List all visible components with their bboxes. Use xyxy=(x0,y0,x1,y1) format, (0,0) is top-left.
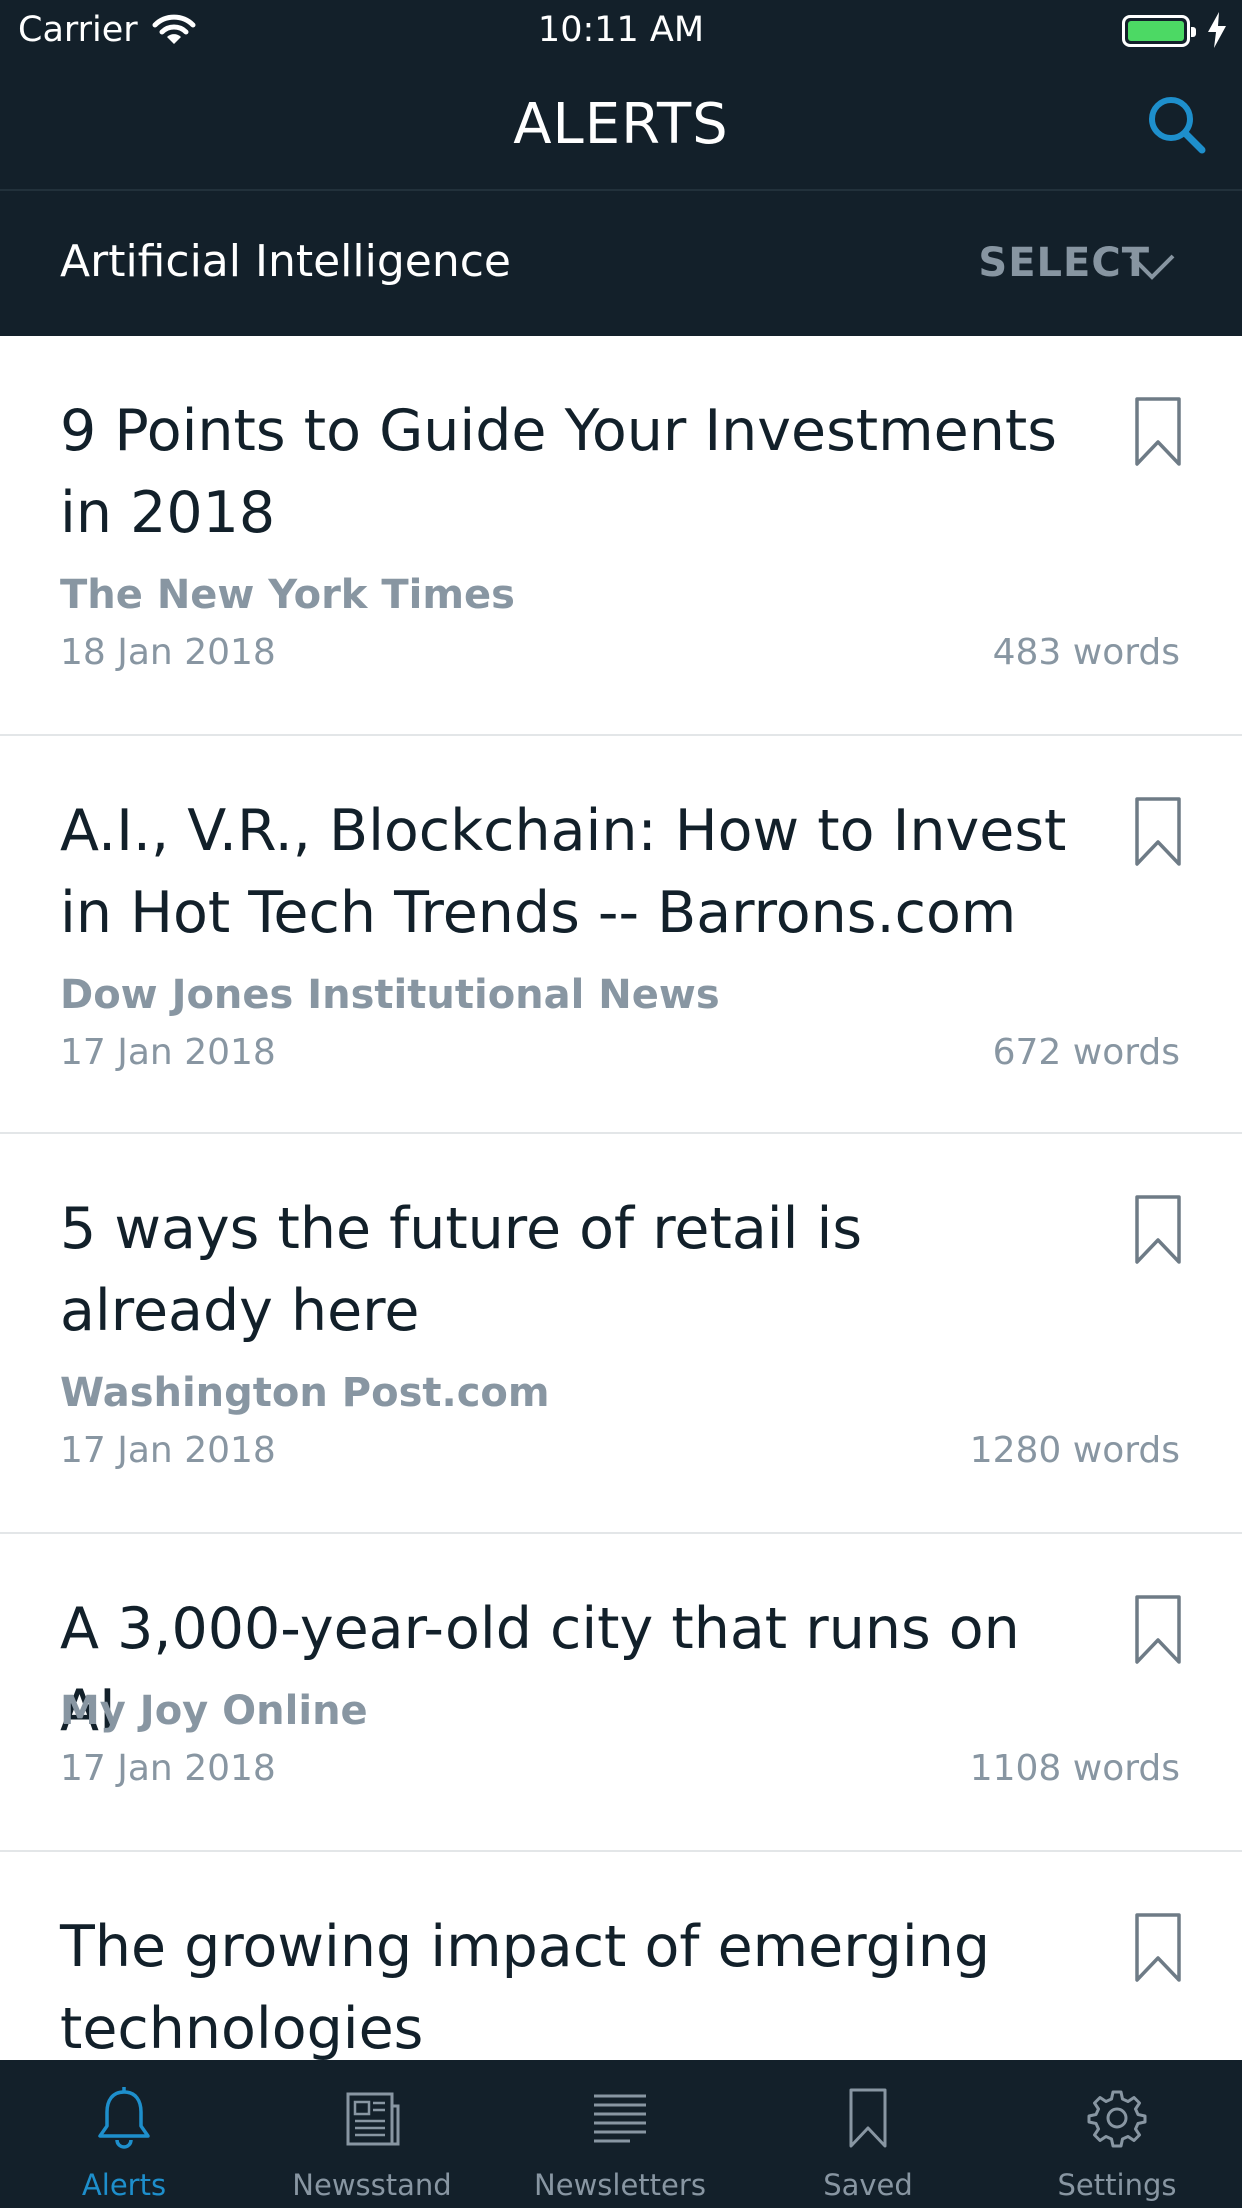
charging-bolt-icon xyxy=(1206,12,1228,52)
status-bar: Carrier 10:11 AM xyxy=(0,0,1242,62)
article-date: 17 Jan 2018 xyxy=(60,1430,276,1471)
bookmark-icon[interactable] xyxy=(1134,796,1182,868)
lines-icon xyxy=(496,2086,744,2150)
tab-label: Alerts xyxy=(81,2168,167,2202)
tab-settings[interactable]: Settings xyxy=(992,2060,1242,2208)
gear-icon xyxy=(992,2086,1242,2150)
tab-label: Newsstand xyxy=(292,2168,452,2202)
status-time: 10:11 AM xyxy=(537,10,705,50)
article-source: Washington Post.com xyxy=(60,1370,550,1416)
page-title: ALERTS xyxy=(513,92,729,157)
article-date: 17 Jan 2018 xyxy=(60,1032,276,1073)
article-item[interactable]: A 3,000-year-old city that runs on AI My… xyxy=(0,1534,1242,1852)
article-item[interactable]: 9 Points to Guide Your Investments in 20… xyxy=(0,336,1242,736)
chevron-down-icon[interactable] xyxy=(1128,252,1176,286)
article-source: The New York Times xyxy=(60,572,515,618)
article-word-count: 1108 words xyxy=(969,1748,1180,1789)
tab-bar: Alerts Newsstand Newsletters Saved Setti… xyxy=(0,2060,1242,2208)
article-headline[interactable]: The growing impact of emerging technolog… xyxy=(60,1906,1090,2070)
article-headline[interactable]: 9 Points to Guide Your Investments in 20… xyxy=(60,390,1090,554)
bookmark-icon[interactable] xyxy=(1134,1594,1182,1666)
bookmark-icon[interactable] xyxy=(1134,1912,1182,1984)
bookmark-icon xyxy=(744,2086,992,2150)
bookmark-icon[interactable] xyxy=(1134,396,1182,468)
article-word-count: 483 words xyxy=(992,632,1180,673)
article-source: My Joy Online xyxy=(60,1688,368,1734)
tab-newsstand[interactable]: Newsstand xyxy=(248,2060,496,2208)
article-headline[interactable]: 5 ways the future of retail is already h… xyxy=(60,1188,1090,1352)
article-date: 18 Jan 2018 xyxy=(60,632,276,673)
article-date: 17 Jan 2018 xyxy=(60,1748,276,1789)
article-word-count: 672 words xyxy=(992,1032,1180,1073)
tab-newsletters[interactable]: Newsletters xyxy=(496,2060,744,2208)
tab-label: Settings xyxy=(1057,2168,1177,2202)
search-icon xyxy=(1149,97,1206,154)
article-word-count: 1280 words xyxy=(969,1430,1180,1471)
tab-saved[interactable]: Saved xyxy=(744,2060,992,2208)
select-button[interactable]: SELECT xyxy=(978,240,1150,286)
article-headline[interactable]: A.I., V.R., Blockchain: How to Invest in… xyxy=(60,790,1090,954)
newspaper-icon xyxy=(248,2086,496,2150)
battery-icon xyxy=(1122,15,1196,47)
tab-alerts[interactable]: Alerts xyxy=(0,2060,248,2208)
article-source: Dow Jones Institutional News xyxy=(60,972,720,1018)
header: Carrier 10:11 AM ALERTS Artificial Intel… xyxy=(0,0,1242,336)
article-item[interactable]: A.I., V.R., Blockchain: How to Invest in… xyxy=(0,736,1242,1134)
bell-icon xyxy=(0,2086,248,2150)
bookmark-icon[interactable] xyxy=(1134,1194,1182,1266)
screen: Carrier 10:11 AM ALERTS Artificial Intel… xyxy=(0,0,1242,2208)
divider xyxy=(0,189,1242,191)
search-button[interactable] xyxy=(1144,92,1210,158)
tab-label: Saved xyxy=(823,2168,913,2202)
topic-title: Artificial Intelligence xyxy=(60,236,511,287)
article-item[interactable]: 5 ways the future of retail is already h… xyxy=(0,1134,1242,1534)
tab-label: Newsletters xyxy=(534,2168,706,2202)
